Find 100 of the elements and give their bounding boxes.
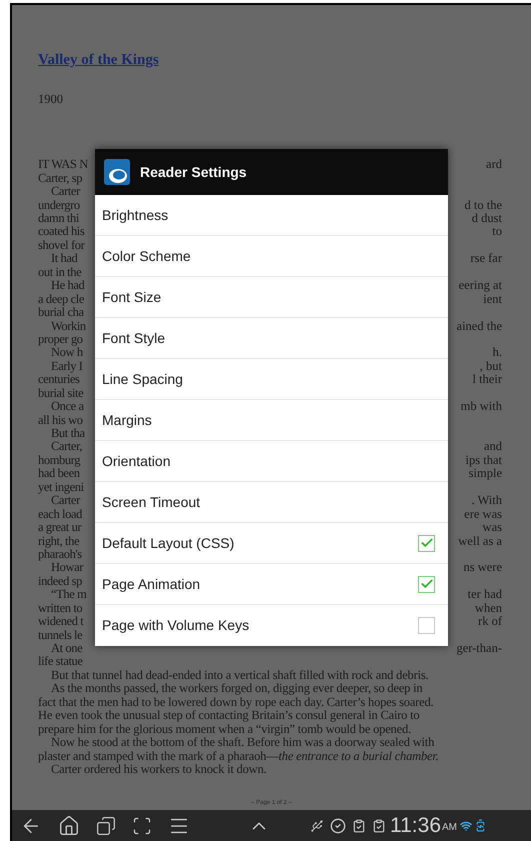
paragraph-text: widened t [38, 615, 84, 629]
paragraph-text: to [492, 225, 502, 239]
paragraph-text: proper go [38, 332, 83, 346]
settings-item[interactable]: Font Style [95, 318, 448, 359]
checkbox[interactable] [418, 534, 435, 552]
paragraph-text: damn thi [38, 212, 79, 226]
paragraph-text: fact that the men had to be lowered down by rope each day. Carter’s hopes soared. [38, 694, 434, 709]
paragraph-text: As the months passed, the workers forged on, digging ever deeper, so deep in [51, 681, 422, 696]
paragraph-text: At one [50, 642, 82, 656]
paragraph-text: But that tunnel had dead-ended into a vertical shaft filled with rock and debris. [51, 668, 428, 682]
paragraph-text: IT WAS N [38, 158, 88, 172]
paragraph-text: Now he stood at the bottom of the shaft. Before him was a doorway sealed with [51, 735, 434, 750]
paragraph-text: burial cha [38, 306, 84, 320]
paragraph-text: ard [486, 158, 502, 172]
paragraph-text: ained the [456, 320, 502, 333]
paragraph-text: and [484, 440, 502, 454]
paragraph-text: d to the [464, 198, 502, 212]
home-icon[interactable] [58, 814, 80, 836]
paragraph-text: Carter [50, 185, 80, 199]
paragraph-text: Howar [51, 561, 84, 575]
paragraph-text: prepare him for the glorious moment when a “virgin” tomb would be opened. [38, 722, 411, 736]
paragraph-text: ere was [464, 508, 502, 522]
settings-item[interactable]: Default Layout (CSS) [95, 523, 448, 564]
paragraph-text: tunnels le [38, 628, 82, 642]
paragraph-text: “The m [50, 588, 86, 602]
paragraph-text: Workin [50, 320, 86, 333]
paragraph-text: undergro [38, 198, 80, 212]
paragraph-text: But tha [50, 427, 85, 440]
checkbox[interactable] [418, 617, 435, 634]
settings-item-label: Page Animation [102, 574, 200, 594]
check-icon [420, 577, 434, 591]
recent-apps-icon[interactable] [96, 816, 116, 836]
settings-item[interactable]: Margins [95, 400, 448, 441]
paragraph-text: pharaoh's [38, 548, 82, 562]
paragraph-text: shovel for [38, 238, 84, 252]
paragraph-text: burial site [38, 386, 84, 400]
paragraph-text: simple [468, 467, 502, 481]
paragraph-text: each load [38, 508, 82, 522]
battery-icon [474, 819, 487, 832]
paragraph-text: right, the [38, 534, 80, 548]
settings-item-label: Default Layout (CSS) [102, 534, 234, 553]
paragraph-text: when [474, 602, 502, 616]
checkbox[interactable] [418, 576, 435, 592]
settings-item-label: Color Scheme [102, 246, 191, 266]
paragraph-text: rk of [478, 615, 502, 629]
paragraph-text: indeed sp [38, 574, 82, 588]
screenshot-icon[interactable] [132, 816, 152, 836]
paragraph-text: d dust [472, 212, 502, 226]
settings-item-label: Brightness [102, 206, 168, 225]
paragraph-text: ips that [466, 454, 502, 468]
clock-meridiem: AM [442, 821, 457, 835]
paragraph-text: l their [472, 373, 502, 387]
paragraph-text: homburg [38, 454, 80, 468]
paragraph-text: ient [483, 292, 502, 306]
paragraph-text: a great ur [38, 521, 82, 534]
paragraph-text: Carter, sp [38, 172, 82, 186]
paragraph-text: h. [492, 346, 502, 360]
chapter-year: 1900 [38, 90, 63, 108]
paragraph-text: well as a [458, 534, 502, 548]
paragraph-text: Carter [51, 494, 80, 508]
paragraph-text: eering at [458, 279, 502, 293]
paragraph-text: Now h [51, 346, 83, 360]
paragraph-text: . With [471, 494, 502, 508]
settings-item-label: Margins [102, 410, 152, 430]
paragraph-text: Carter ordered his workers to knock it down. [51, 762, 266, 776]
settings-item[interactable]: Orientation [95, 441, 448, 482]
paragraph-text: It had [50, 252, 78, 266]
wifi-icon [460, 820, 472, 832]
paragraph-text: Once a [50, 400, 84, 414]
settings-item[interactable]: Brightness [95, 195, 448, 236]
settings-item[interactable]: Page Animation [95, 564, 448, 605]
paragraph-text: He even took the unusual step of contacting Britain’s consul general in Cairo to [38, 708, 420, 722]
paragraph-text: yet ingeni [38, 480, 84, 494]
paragraph-text: , but [480, 360, 502, 374]
settings-item-label: Font Style [102, 328, 166, 348]
settings-item-label: Screen Timeout [102, 492, 200, 512]
settings-item-label: Orientation [102, 452, 170, 470]
settings-item[interactable]: Screen Timeout [95, 482, 448, 523]
settings-item-label: Line Spacing [102, 370, 183, 389]
paragraph-text: had been [38, 467, 80, 481]
paragraph-text: He had [50, 279, 84, 293]
dialog-title: Reader Settings [140, 162, 247, 182]
paragraph-text: life statue [38, 655, 83, 669]
paragraph-text: a deep cle [38, 292, 84, 306]
settings-item[interactable]: Font Size [95, 277, 448, 318]
paragraph-text: mb with [460, 400, 502, 414]
settings-item-label: Font Size [102, 288, 162, 306]
settings-item[interactable]: Color Scheme [95, 236, 448, 277]
paragraph-text: out in the [38, 266, 82, 280]
clipboard-icon [352, 818, 366, 832]
paragraph-text: rse far [470, 252, 502, 266]
app-logo-icon [104, 159, 130, 185]
paragraph-text: ns were [463, 561, 502, 575]
settings-item[interactable]: Line Spacing [95, 359, 448, 400]
paragraph-text: was [482, 521, 502, 534]
paragraph-text: coated his [38, 225, 84, 239]
settings-item[interactable]: Page with Volume Keys [95, 605, 448, 646]
settings-item-label: Page with Volume Keys [102, 616, 250, 635]
clipboard-icon [372, 818, 386, 832]
paragraph-text: all his wo [38, 414, 83, 427]
